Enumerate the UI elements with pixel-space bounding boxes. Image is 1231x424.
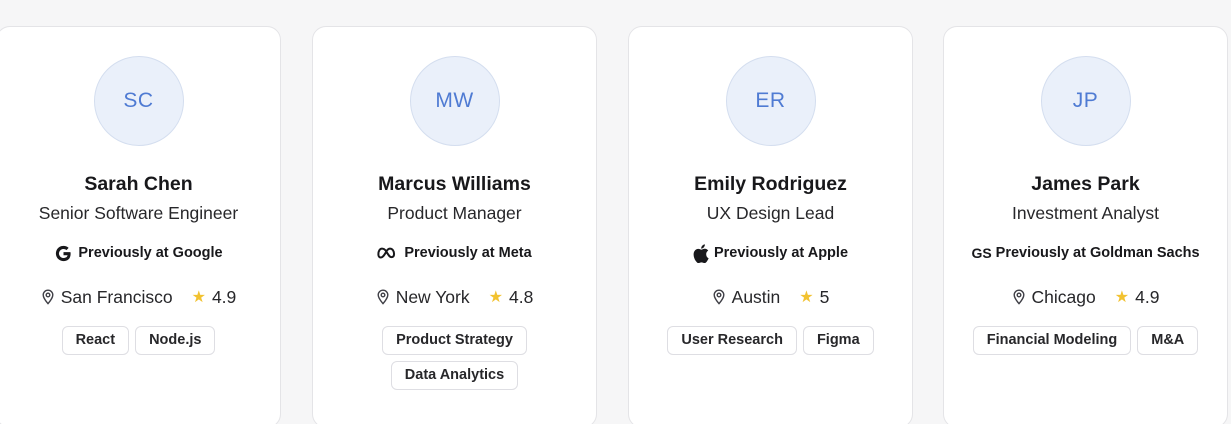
mentor-role: UX Design Lead: [706, 203, 835, 223]
star-icon: ★: [799, 289, 814, 306]
rating-value: 4.8: [508, 286, 534, 307]
mentor-card[interactable]: SC Sarah Chen Senior Software Engineer P…: [0, 26, 281, 424]
skill-tag[interactable]: User Research: [667, 326, 797, 355]
mentor-name: Marcus Williams: [378, 173, 531, 195]
skill-tag[interactable]: Data Analytics: [390, 361, 519, 390]
apple-icon: [693, 243, 709, 263]
star-icon: ★: [191, 289, 206, 306]
google-g-icon: [54, 244, 73, 263]
mentor-role: Investment Analyst: [1012, 203, 1159, 223]
rating-value: 4.9: [211, 286, 237, 307]
mentor-name: Sarah Chen: [84, 173, 193, 195]
location-pin-icon: [1012, 289, 1026, 305]
star-icon: ★: [1114, 289, 1130, 306]
location-rating: San Francisco ★ 4.9: [41, 286, 237, 308]
mentor-role: Product Manager: [387, 203, 522, 223]
skill-tags: React Node.js: [16, 326, 261, 355]
location-pin-icon: [376, 289, 390, 305]
location-rating: Austin ★ 5: [712, 286, 830, 308]
location-text: Austin: [731, 286, 781, 307]
goldman-sachs-logo: GS: [971, 245, 992, 261]
rating-value: 4.9: [1135, 286, 1160, 307]
previous-company: Previously at Apple: [693, 242, 848, 264]
meta-infinity-icon: [377, 246, 399, 260]
avatar: ER: [725, 56, 816, 146]
avatar: MW: [409, 56, 500, 146]
skill-tags: User Research Figma: [648, 326, 893, 355]
skill-tag[interactable]: Node.js: [135, 326, 216, 355]
mentor-card[interactable]: MW Marcus Williams Product Manager Previ…: [312, 26, 597, 424]
mentor-card[interactable]: JP James Park Investment Analyst GS Prev…: [943, 26, 1228, 424]
location-pin-icon: [41, 289, 55, 305]
mentor-role: Senior Software Engineer: [38, 203, 239, 223]
location-rating: Chicago ★ 4.9: [1012, 286, 1160, 308]
skill-tag[interactable]: Figma: [802, 326, 874, 355]
rating-value: 5: [819, 286, 830, 307]
skill-tag[interactable]: React: [61, 326, 130, 355]
previous-company: Previously at Google: [54, 242, 223, 264]
previous-company: GS Previously at Goldman Sachs: [971, 245, 1200, 261]
avatar: SC: [93, 56, 184, 146]
location-text: New York: [395, 286, 470, 307]
skill-tag[interactable]: M&A: [1137, 326, 1199, 355]
location-rating: New York ★ 4.8: [376, 286, 534, 308]
mentor-card-list: SC Sarah Chen Senior Software Engineer P…: [0, 0, 1231, 424]
skill-tag[interactable]: Financial Modeling: [972, 326, 1132, 355]
mentor-card[interactable]: ER Emily Rodriguez UX Design Lead Previo…: [628, 26, 913, 424]
skill-tags: Financial Modeling M&A: [963, 326, 1208, 355]
star-icon: ★: [488, 289, 503, 306]
location-text: San Francisco: [60, 286, 173, 307]
avatar: JP: [1040, 56, 1131, 146]
location-pin-icon: [712, 289, 726, 305]
previous-company: Previously at Meta: [377, 242, 532, 264]
location-text: Chicago: [1031, 286, 1096, 307]
skill-tag[interactable]: Product Strategy: [382, 326, 527, 355]
mentor-name: James Park: [1031, 173, 1140, 195]
mentor-name: Emily Rodriguez: [694, 173, 847, 195]
skill-tags: Product Strategy Data Analytics: [332, 326, 577, 390]
